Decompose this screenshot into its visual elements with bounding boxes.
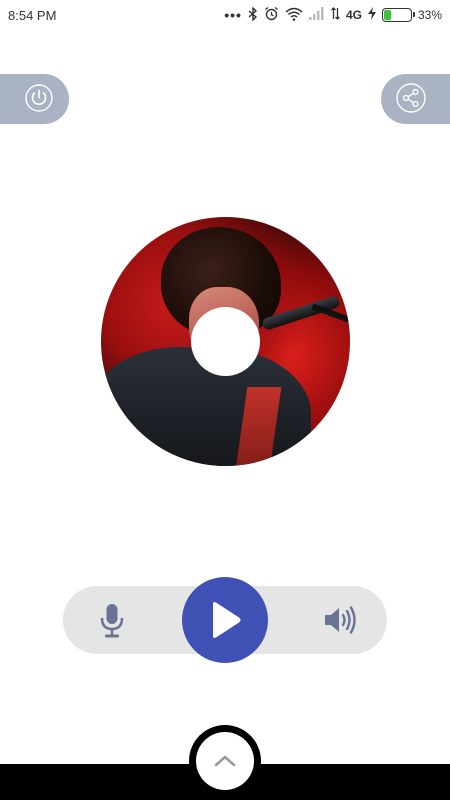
status-bar: 8:54 PM ••• 4G 33% — [0, 0, 450, 32]
power-icon — [22, 81, 56, 115]
play-icon — [213, 602, 241, 638]
signal-icon — [308, 7, 325, 23]
charging-icon — [367, 7, 376, 23]
battery-fill — [383, 10, 392, 20]
disc-center-hole — [191, 307, 260, 376]
share-button[interactable] — [381, 74, 450, 124]
expand-button-inner — [196, 732, 254, 790]
data-arrows-icon — [330, 7, 340, 23]
chevron-up-icon — [214, 755, 236, 767]
expand-button[interactable] — [189, 725, 261, 797]
album-art-disc — [101, 217, 350, 466]
play-button[interactable] — [182, 577, 268, 663]
microphone-icon — [100, 604, 124, 638]
battery-percent: 33% — [417, 8, 442, 22]
bluetooth-icon — [248, 5, 258, 24]
share-icon — [394, 81, 428, 115]
battery-icon — [381, 8, 415, 22]
network-type: 4G — [345, 8, 362, 22]
power-button[interactable] — [0, 74, 69, 124]
more-dots-icon: ••• — [224, 7, 242, 23]
status-time: 8:54 PM — [8, 8, 57, 23]
microphone-button[interactable] — [98, 604, 126, 638]
volume-icon — [325, 606, 356, 634]
wifi-icon — [285, 7, 303, 24]
volume-button[interactable] — [323, 605, 359, 635]
status-icons: ••• 4G 33% — [224, 5, 442, 24]
alarm-icon — [264, 6, 279, 24]
